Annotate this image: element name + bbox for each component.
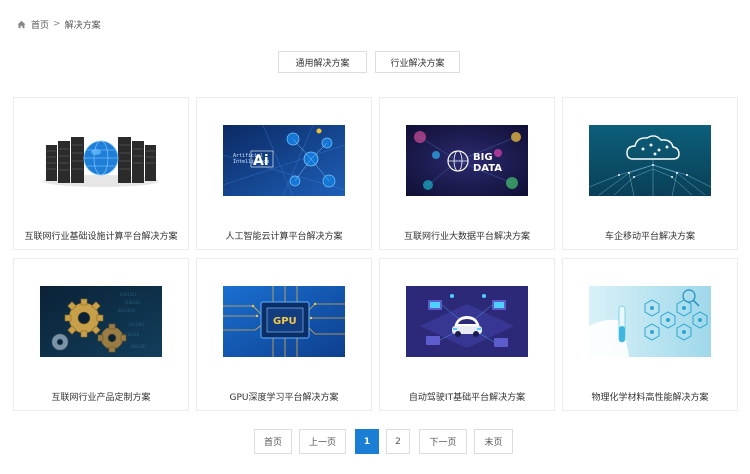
solution-card[interactable]: 车企移动平台解决方案: [562, 97, 738, 250]
solution-card-title: 互联网行业基础设施计算平台解决方案: [24, 232, 178, 242]
pagination-next-button[interactable]: 下一页: [419, 429, 467, 454]
solution-card-title: 物理化学材料高性能解决方案: [591, 393, 709, 403]
solution-grid: 互联网行业基础设施计算平台解决方案 Artificial Intelligenc…: [13, 97, 738, 411]
svg-text:GPU: GPU: [273, 316, 297, 327]
pagination-page-2[interactable]: 2: [386, 429, 410, 454]
solution-card-title: 人工智能云计算平台解决方案: [225, 232, 343, 242]
breadcrumb-current: 解决方案: [64, 20, 101, 31]
lab-hexagons-image: [589, 286, 711, 357]
solution-card-title: 自动驾驶IT基础平台解决方案: [408, 393, 526, 403]
solution-card[interactable]: 自动驾驶IT基础平台解决方案: [379, 258, 555, 411]
breadcrumb-separator: >: [53, 19, 61, 29]
pagination-first-button[interactable]: 首页: [254, 429, 292, 454]
solution-card[interactable]: Artificial Intelligence Ai 人工智能云计算平台解决方案: [196, 97, 372, 250]
solution-card[interactable]: 0101101 1100101 0011010 1011001 0110110 1001…: [13, 258, 189, 411]
big-data-image: BIG DATA: [406, 125, 528, 196]
gpu-chip-image: GPU: [223, 286, 345, 357]
svg-text:Ai: Ai: [253, 153, 269, 169]
pagination-prev-button[interactable]: 上一页: [299, 429, 346, 454]
svg-text:0011010: 0011010: [118, 308, 135, 313]
tab-industry-solutions[interactable]: 行业解决方案: [375, 51, 460, 73]
svg-text:1100101: 1100101: [124, 300, 141, 305]
solution-card[interactable]: 物理化学材料高性能解决方案: [562, 258, 738, 411]
pagination-last-button[interactable]: 末页: [474, 429, 513, 454]
solution-card-title: 互联网行业产品定制方案: [51, 393, 151, 403]
server-globe-image: [40, 125, 162, 196]
cloud-network-image: [589, 125, 711, 196]
solution-card-title: 车企移动平台解决方案: [604, 232, 695, 242]
svg-text:1011001: 1011001: [128, 322, 145, 327]
gears-image: 0101101 1100101 0011010 1011001 0110110 1001…: [40, 286, 162, 357]
solution-card[interactable]: BIG DATA 互联网行业大数据平台解决方案: [379, 97, 555, 250]
solution-tabs: 通用解决方案 行业解决方案: [0, 51, 750, 73]
svg-text:0101101: 0101101: [120, 292, 137, 297]
solution-card-title: GPU深度学习平台解决方案: [229, 393, 339, 403]
pagination: 首页 上一页 1 2 下一页 末页: [254, 429, 520, 454]
ai-image: Artificial Intelligence Ai: [223, 125, 345, 196]
svg-text:1001101: 1001101: [130, 344, 147, 349]
tab-general-solutions[interactable]: 通用解决方案: [278, 51, 367, 73]
home-icon: [17, 20, 26, 28]
svg-text:DATA: DATA: [473, 163, 502, 174]
solution-card-title: 互联网行业大数据平台解决方案: [403, 232, 530, 242]
autonomous-car-image: [406, 286, 528, 357]
breadcrumb: 首页 > 解决方案: [17, 17, 101, 31]
solution-card[interactable]: GPU GPU深度学习平台解决方案: [196, 258, 372, 411]
pagination-page-1[interactable]: 1: [355, 429, 379, 454]
solution-card[interactable]: 互联网行业基础设施计算平台解决方案: [13, 97, 189, 250]
breadcrumb-home-link[interactable]: 首页: [31, 18, 49, 31]
